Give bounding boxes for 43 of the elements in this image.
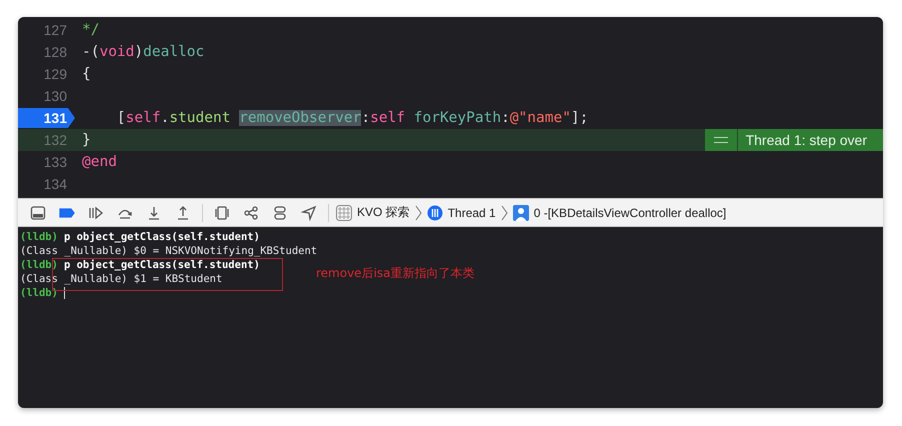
grid-icon	[336, 204, 352, 220]
code-text: }	[82, 132, 91, 148]
code-text: .	[160, 110, 170, 126]
text-cursor	[64, 287, 65, 299]
chevron-icon	[414, 204, 422, 220]
console-output: (Class _Nullable) $0 = NSKVONotifying_KBStudent	[20, 244, 318, 258]
line-number: 127	[44, 22, 68, 38]
keyword: self	[370, 110, 406, 126]
breadcrumb[interactable]: KVO 探索	[357, 204, 410, 221]
lldb-prompt: (lldb)	[20, 286, 58, 300]
console-command: p object_getClass(self.student)	[64, 258, 260, 272]
code-text: [	[116, 110, 126, 126]
property-name: student	[169, 110, 232, 126]
console-command: p object_getClass(self.student)	[64, 230, 260, 244]
badge-label: Thread 1: step over	[744, 131, 868, 150]
string-literal: @"name"	[510, 110, 571, 126]
breadcrumb[interactable]: 0 -[KBDetailsViewController dealloc]	[534, 206, 726, 220]
keyword: self	[126, 110, 161, 126]
thread-icon	[426, 204, 443, 220]
line-number: 133	[44, 154, 68, 170]
code-text: )	[134, 44, 144, 60]
method-name: dealloc	[143, 44, 204, 60]
code-text: -(	[82, 44, 100, 60]
method-name: removeObserver	[239, 110, 362, 126]
code-text: :	[501, 110, 510, 126]
line-number: 129	[44, 66, 68, 82]
line-number: 132	[44, 132, 68, 148]
code-comment: */	[82, 22, 100, 38]
chevron-icon	[500, 204, 508, 220]
line-number: 128	[44, 44, 68, 60]
annotation-text: remove后isa重新指向了本类	[316, 266, 475, 280]
line-number: 130	[44, 88, 68, 104]
lldb-prompt: (lldb)	[20, 230, 58, 244]
code-text: {	[82, 66, 91, 82]
person-icon	[512, 204, 529, 220]
line-number: 134	[44, 176, 68, 192]
code-text: :	[361, 110, 370, 126]
code-text: ];	[570, 110, 588, 126]
keyword: void	[99, 44, 134, 60]
keyword: @end	[82, 154, 117, 170]
method-name: forKeyPath	[414, 110, 502, 126]
line-number: 131	[44, 110, 68, 126]
breadcrumb[interactable]: Thread 1	[448, 206, 496, 220]
